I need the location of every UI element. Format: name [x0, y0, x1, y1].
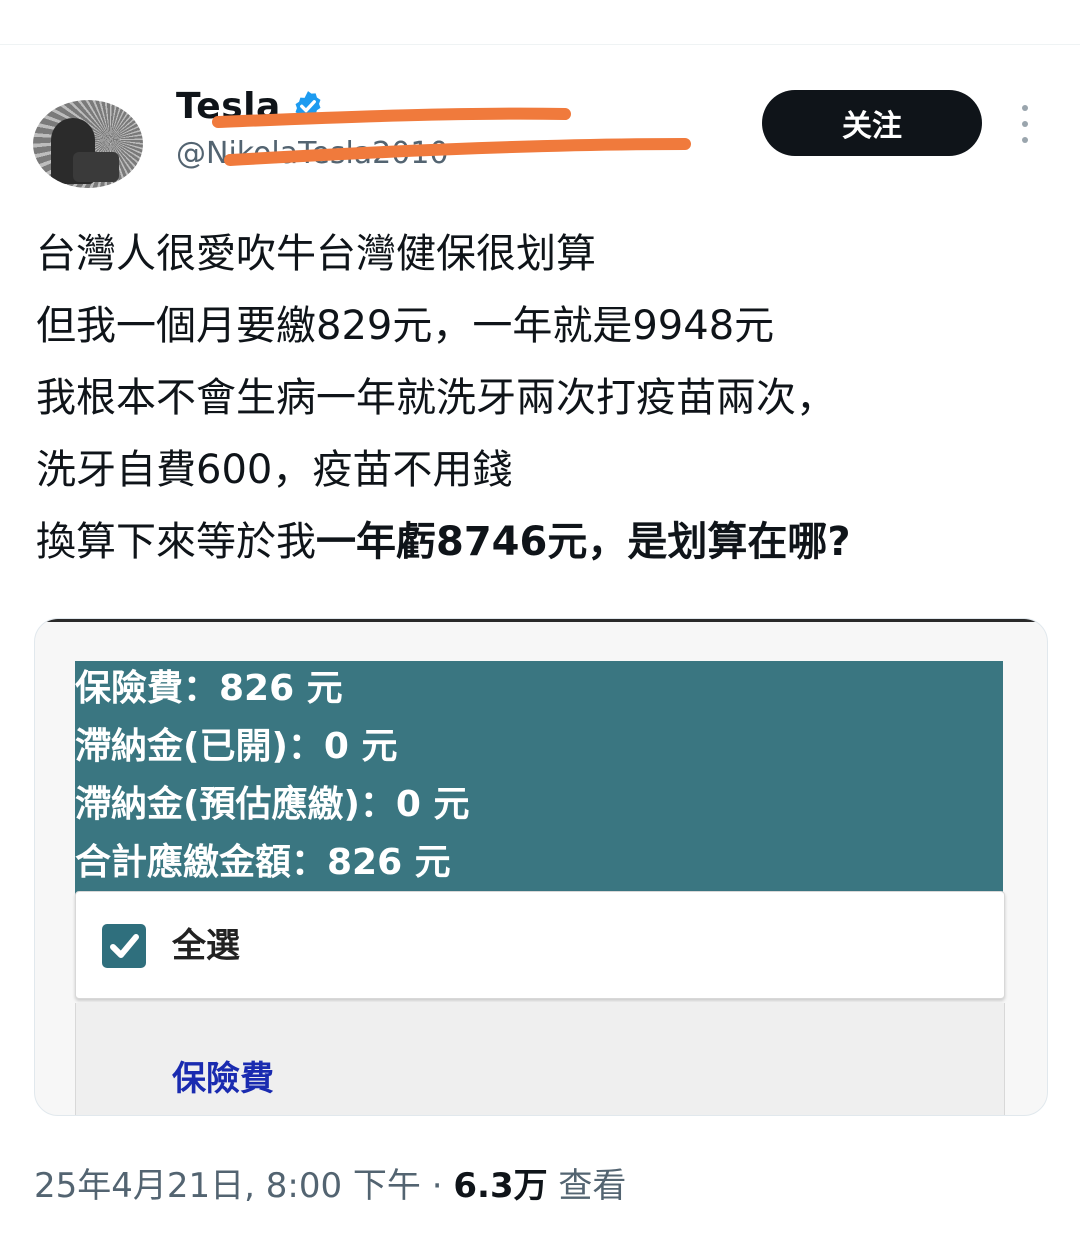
more-options-icon[interactable] [1013, 105, 1037, 143]
attached-image[interactable]: 保險費：826 元 滯納金(已開)：0 元 滯納金(預估應繳)：0 元 合計應繳… [34, 618, 1048, 1116]
payment-summary-panel: 保險費：826 元 滯納金(已開)：0 元 滯納金(預估應繳)：0 元 合計應繳… [75, 661, 1003, 895]
views-count[interactable]: 6.3万 [453, 1166, 547, 1206]
tweet-line-5-bold: 一年虧8746元，是划算在哪? [316, 519, 851, 565]
checkbox-checked-icon [102, 924, 146, 968]
select-all-row: 全選 [75, 891, 1005, 999]
meta-separator: · [420, 1166, 454, 1206]
summary-row-premium: 保險費：826 元 [75, 668, 343, 709]
top-divider [0, 44, 1080, 45]
avatar[interactable] [33, 100, 143, 188]
author-handle[interactable]: @NikolaTesla2010 [176, 136, 449, 171]
select-all-label: 全選 [172, 926, 240, 966]
media-top-edge [35, 619, 1047, 622]
tweet-line-2: 但我一個月要繳829元，一年就是9948元 [36, 303, 775, 349]
tweet-line-4: 洗牙自費600，疫苗不用錢 [36, 447, 513, 493]
summary-row-late-fee-estimated: 滯納金(預估應繳)：0 元 [75, 784, 470, 825]
tweet-meta: 25年4月21日, 8:00 下午 · 6.3万 查看 [34, 1158, 626, 1207]
summary-row-late-fee-issued: 滯納金(已開)：0 元 [75, 726, 398, 767]
fee-list-panel: 保險費 [75, 1003, 1005, 1115]
verified-badge-icon [295, 91, 321, 121]
tweet-line-5-normal: 換算下來等於我 [36, 519, 316, 565]
display-name[interactable]: Tesla [176, 86, 281, 127]
summary-row-total: 合計應繳金額：826 元 [75, 842, 451, 883]
avatar-chair [73, 152, 119, 182]
more-dot-2 [1022, 121, 1028, 127]
tweet-line-3: 我根本不會生病一年就洗牙兩次打疫苗兩次， [36, 375, 836, 421]
author-name-row[interactable]: Tesla [176, 84, 325, 128]
tweet-body: 台灣人很愛吹牛台灣健保很划算 但我一個月要繳829元，一年就是9948元 我根本… [36, 218, 1046, 578]
tweet-line-1: 台灣人很愛吹牛台灣健保很划算 [36, 231, 596, 277]
more-dot-3 [1022, 137, 1028, 143]
follow-button[interactable]: 关注 [762, 90, 982, 156]
views-label: 查看 [547, 1166, 627, 1206]
tweet-line-5: 換算下來等於我一年虧8746元，是划算在哪? [36, 506, 1046, 578]
premium-link: 保險費 [172, 1059, 274, 1099]
more-dot-1 [1022, 105, 1028, 111]
timestamp[interactable]: 25年4月21日, 8:00 下午 [34, 1166, 421, 1206]
